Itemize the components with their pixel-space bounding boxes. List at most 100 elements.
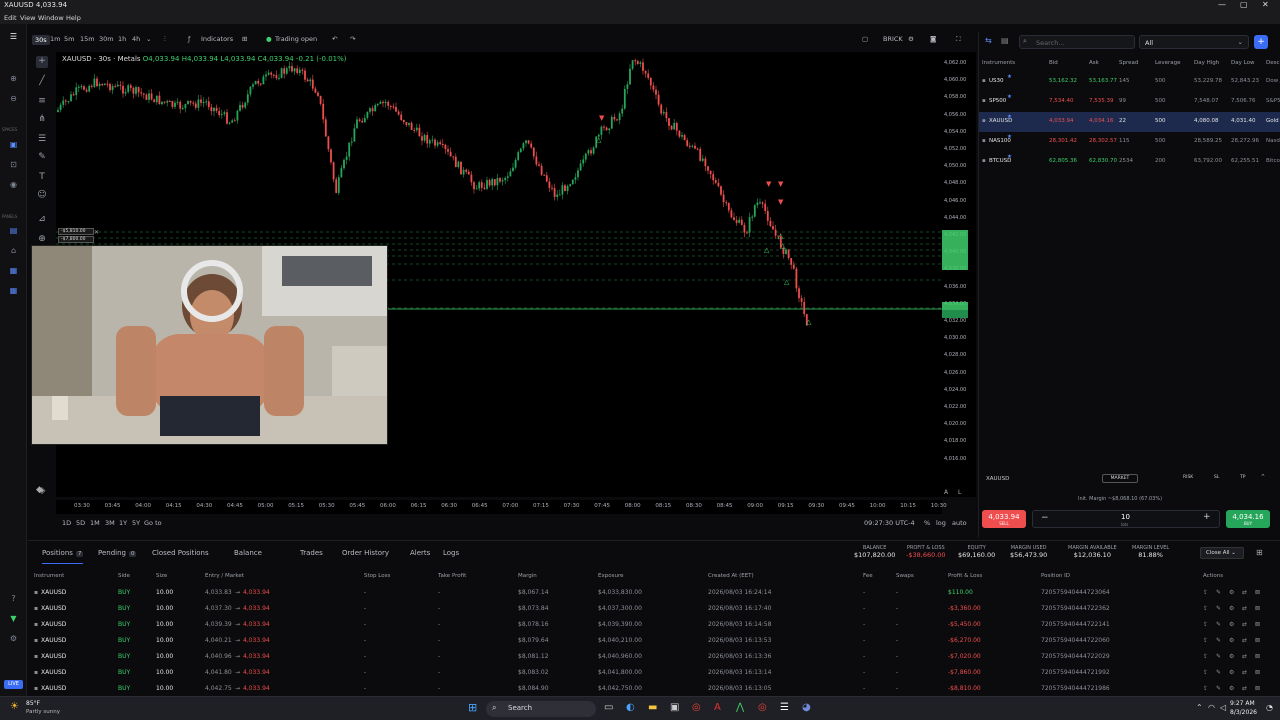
share-icon[interactable]: ⇪ [1203, 669, 1208, 676]
share-icon[interactable]: ⇪ [1203, 653, 1208, 660]
position-row[interactable]: ▪ XAUUSD BUY 10.00 4,039.39 → 4,033.94 - - $8,078… [28, 617, 1280, 633]
menu-window[interactable]: Window [38, 14, 64, 22]
calendar-icon[interactable]: ▤ [1001, 36, 1009, 45]
timeframe-1m[interactable]: 1m [50, 35, 60, 43]
zoom-out-icon[interactable]: ⊖ [7, 94, 20, 105]
instrument-search-input[interactable]: Search... [1019, 35, 1135, 49]
favorite-star-icon[interactable]: ★ [1007, 134, 1012, 140]
quantity-stepper[interactable]: − 10 lots + [1032, 510, 1220, 528]
position-row[interactable]: ▪ XAUUSD BUY 10.00 4,040.96 → 4,033.94 - - $8,081… [28, 649, 1280, 665]
watchlist-icon[interactable]: ⇆ [985, 36, 992, 45]
timeframe-30s[interactable]: 30s [32, 35, 50, 45]
app-icon[interactable]: ⋀ [736, 702, 744, 713]
auto-scale-icon[interactable]: A [944, 489, 948, 496]
settings-icon[interactable]: ⚙ [1229, 653, 1234, 660]
trading-status[interactable]: Trading open [275, 35, 317, 43]
percent-toggle[interactable]: % [924, 519, 930, 527]
reverse-icon[interactable]: ⇄ [1242, 605, 1247, 612]
grid-panel-icon[interactable]: ▦ [7, 286, 20, 297]
settings-icon[interactable]: ⚙ [1229, 637, 1234, 644]
tab-balance[interactable]: Balance [234, 549, 262, 557]
chevron-down-icon[interactable]: ⌄ [146, 35, 151, 43]
notification-icon[interactable]: ◔ [1266, 703, 1273, 712]
close-position-icon[interactable]: ⊠ [1255, 685, 1260, 692]
price-axis[interactable]: 4,062.00 4,060.00 4,058.00 4,056.00 4,054.00… [942, 52, 976, 497]
edit-icon[interactable]: ✎ [1216, 621, 1221, 628]
weather-icon[interactable]: ☀ [10, 701, 19, 712]
timeframe-30m[interactable]: 30m [99, 35, 114, 43]
share-icon[interactable]: ⇪ [1203, 637, 1208, 644]
order-type-select[interactable]: MARKET [1102, 474, 1138, 483]
range-1y[interactable]: 1Y [119, 519, 127, 527]
close-position-icon[interactable]: ⊠ [1255, 669, 1260, 676]
settings-icon[interactable]: ⚙ [1229, 605, 1234, 612]
favorite-star-icon[interactable]: ★ [1007, 94, 1012, 100]
redo-icon[interactable]: ↷ [350, 35, 355, 43]
tab-logs[interactable]: Logs [443, 549, 459, 557]
taskbar-search[interactable]: Search [486, 701, 596, 717]
position-line-tag[interactable]: -$5,810.00 [58, 228, 94, 235]
range-1d[interactable]: 1D [62, 519, 71, 527]
file-explorer-icon[interactable]: ▬ [648, 702, 657, 713]
indicators-icon[interactable]: ƒ [188, 35, 190, 43]
range-1m[interactable]: 1M [90, 519, 100, 527]
volume-icon[interactable]: ◁ [1220, 703, 1226, 712]
favorite-star-icon[interactable]: ★ [1007, 114, 1012, 120]
tab-trades[interactable]: Trades [300, 549, 323, 557]
risk-tab[interactable]: RISK [1183, 475, 1193, 480]
reverse-icon[interactable]: ⇄ [1242, 653, 1247, 660]
tp-tab[interactable]: TP [1240, 475, 1245, 480]
screenshot-icon[interactable]: ◙ [930, 35, 936, 43]
timeframe-15m[interactable]: 15m [80, 35, 95, 43]
edit-icon[interactable]: ✎ [1216, 637, 1221, 644]
share-icon[interactable]: ⇪ [1203, 685, 1208, 692]
close-all-button[interactable]: Close All ⌄ [1200, 547, 1244, 559]
fib-icon[interactable]: ☰ [36, 134, 48, 146]
menu-help[interactable]: Help [66, 14, 81, 22]
crosshair-icon[interactable]: + [36, 56, 48, 68]
position-row[interactable]: ▪ XAUUSD BUY 10.00 4,041.80 → 4,033.94 - - $8,083… [28, 665, 1280, 681]
position-row[interactable]: ▪ XAUUSD BUY 10.00 4,042.75 → 4,033.94 - - $8,084… [28, 681, 1280, 697]
ruler-icon[interactable]: ⊿ [36, 214, 48, 226]
tab-positions[interactable]: Positions 7 [42, 549, 84, 564]
time-axis[interactable]: 03:30 03:45 04:00 04:15 04:30 04:45 05:00 05:15… [56, 500, 947, 514]
goto-button[interactable]: Go to [144, 519, 162, 527]
collapse-icon[interactable]: ⌃ [1260, 473, 1266, 481]
close-position-icon[interactable]: ⊠ [1255, 621, 1260, 628]
share-icon[interactable]: ⇪ [1203, 621, 1208, 628]
layout-icon[interactable]: ▣ [7, 140, 20, 151]
auto-toggle[interactable]: auto [952, 519, 967, 527]
settings-icon[interactable]: ⚙ [1229, 685, 1234, 692]
close-position-icon[interactable]: ⊠ [1255, 653, 1260, 660]
range-5d[interactable]: 5D [76, 519, 85, 527]
app-logo-icon[interactable]: ☰ [7, 32, 20, 43]
list-panel-icon[interactable]: ▦ [7, 266, 20, 277]
trendline-icon[interactable]: ╱ [36, 76, 48, 88]
bank-icon[interactable]: ⌂ [7, 246, 20, 257]
position-row[interactable]: ▪ XAUUSD BUY 10.00 4,037.30 → 4,033.94 - - $8,073… [28, 601, 1280, 617]
chrome-icon[interactable]: ◎ [692, 702, 701, 713]
favorite-star-icon[interactable]: ★ [1007, 154, 1012, 160]
range-5y[interactable]: 5Y [132, 519, 140, 527]
sl-tab[interactable]: SL [1214, 475, 1219, 480]
menu-edit[interactable]: Edit [4, 14, 17, 22]
signal-icon[interactable]: ▼ [7, 614, 20, 625]
minimize-icon[interactable]: — [1218, 0, 1226, 9]
templates-icon[interactable]: ⊞ [242, 35, 247, 43]
log-toggle[interactable]: log [936, 519, 946, 527]
increment-button[interactable]: + [1203, 512, 1211, 522]
quantity-value[interactable]: 10 [1121, 513, 1130, 521]
expand-icon[interactable]: ⛶ [956, 35, 961, 44]
share-icon[interactable]: ⇪ [1203, 605, 1208, 612]
share-icon[interactable]: ⇪ [1203, 589, 1208, 596]
settings-icon[interactable]: ⚙ [1229, 589, 1234, 596]
timeframe-4h[interactable]: 4h [132, 35, 140, 43]
buy-button[interactable]: 4,034.16 BUY [1226, 510, 1270, 528]
add-instrument-button[interactable]: + [1254, 35, 1268, 49]
horizontal-lines-icon[interactable]: ≡ [36, 96, 48, 108]
instrument-filter-select[interactable]: All ⌄ [1139, 35, 1249, 49]
instrument-row[interactable]: ▪ NAS100 ★ 28,301.42 28,302.57 115 500 28,589.2… [979, 132, 1280, 152]
emoji-icon[interactable]: ☺ [36, 190, 48, 202]
grid-layout-icon[interactable]: ⊞ [1256, 548, 1263, 557]
discord-icon[interactable]: ◕ [802, 702, 811, 713]
